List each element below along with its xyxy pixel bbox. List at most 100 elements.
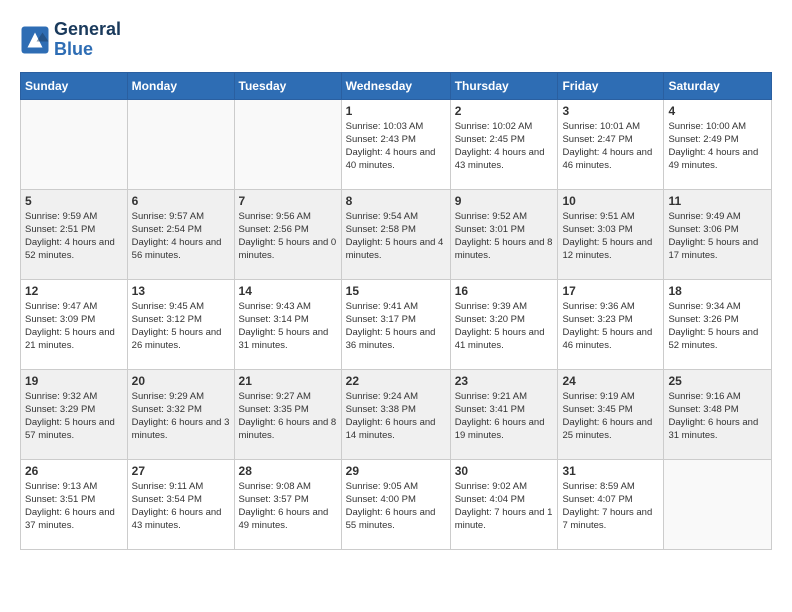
- day-number: 3: [562, 104, 659, 118]
- calendar-day-cell: [234, 99, 341, 189]
- day-info: Sunrise: 9:19 AM Sunset: 3:45 PM Dayligh…: [562, 390, 659, 443]
- day-number: 28: [239, 464, 337, 478]
- day-number: 7: [239, 194, 337, 208]
- day-number: 1: [346, 104, 446, 118]
- calendar-day-cell: 2 Sunrise: 10:02 AM Sunset: 2:45 PM Dayli…: [450, 99, 558, 189]
- day-number: 18: [668, 284, 767, 298]
- weekday-header: Sunday: [21, 72, 128, 99]
- day-number: 19: [25, 374, 123, 388]
- day-info: Sunrise: 9:36 AM Sunset: 3:23 PM Dayligh…: [562, 300, 659, 353]
- day-info: Sunrise: 9:02 AM Sunset: 4:04 PM Dayligh…: [455, 480, 554, 533]
- calendar-day-cell: 16 Sunrise: 9:39 AM Sunset: 3:20 PM Dayli…: [450, 279, 558, 369]
- calendar-day-cell: 28 Sunrise: 9:08 AM Sunset: 3:57 PM Dayli…: [234, 459, 341, 549]
- calendar-day-cell: 11 Sunrise: 9:49 AM Sunset: 3:06 PM Dayli…: [664, 189, 772, 279]
- calendar-day-cell: 4Sunrise: 10:00 AM Sunset: 2:49 PM Dayli…: [664, 99, 772, 189]
- logo-blue: Blue: [54, 39, 93, 59]
- calendar-day-cell: 25 Sunrise: 9:16 AM Sunset: 3:48 PM Dayli…: [664, 369, 772, 459]
- day-number: 16: [455, 284, 554, 298]
- day-info: Sunrise: 9:24 AM Sunset: 3:38 PM Dayligh…: [346, 390, 446, 443]
- calendar-week-row: 12Sunrise: 9:47 AM Sunset: 3:09 PM Dayli…: [21, 279, 772, 369]
- weekday-header: Tuesday: [234, 72, 341, 99]
- weekday-header: Thursday: [450, 72, 558, 99]
- day-info: Sunrise: 9:49 AM Sunset: 3:06 PM Dayligh…: [668, 210, 767, 263]
- calendar-day-cell: [127, 99, 234, 189]
- day-number: 20: [132, 374, 230, 388]
- day-number: 23: [455, 374, 554, 388]
- calendar-week-row: 1 Sunrise: 10:03 AM Sunset: 2:43 PM Dayli…: [21, 99, 772, 189]
- calendar-day-cell: 14 Sunrise: 9:43 AM Sunset: 3:14 PM Dayli…: [234, 279, 341, 369]
- day-info: Sunrise: 8:59 AM Sunset: 4:07 PM Dayligh…: [562, 480, 659, 533]
- day-number: 14: [239, 284, 337, 298]
- day-info: Sunrise: 9:08 AM Sunset: 3:57 PM Dayligh…: [239, 480, 337, 533]
- day-info: Sunrise: 9:59 AM Sunset: 2:51 PM Dayligh…: [25, 210, 123, 263]
- calendar-day-cell: 1 Sunrise: 10:03 AM Sunset: 2:43 PM Dayli…: [341, 99, 450, 189]
- day-number: 9: [455, 194, 554, 208]
- day-number: 26: [25, 464, 123, 478]
- day-number: 11: [668, 194, 767, 208]
- day-info: Sunrise: 9:56 AM Sunset: 2:56 PM Dayligh…: [239, 210, 337, 263]
- day-info: Sunrise: 9:29 AM Sunset: 3:32 PM Dayligh…: [132, 390, 230, 443]
- calendar-day-cell: 10 Sunrise: 9:51 AM Sunset: 3:03 PM Dayli…: [558, 189, 664, 279]
- day-number: 8: [346, 194, 446, 208]
- day-info: Sunrise: 9:51 AM Sunset: 3:03 PM Dayligh…: [562, 210, 659, 263]
- day-info: Sunrise: 9:16 AM Sunset: 3:48 PM Dayligh…: [668, 390, 767, 443]
- day-number: 27: [132, 464, 230, 478]
- logo-name: General Blue: [54, 20, 121, 60]
- calendar-day-cell: 19Sunrise: 9:32 AM Sunset: 3:29 PM Dayli…: [21, 369, 128, 459]
- calendar-day-cell: 9 Sunrise: 9:52 AM Sunset: 3:01 PM Daylig…: [450, 189, 558, 279]
- calendar-day-cell: 24Sunrise: 9:19 AM Sunset: 3:45 PM Dayli…: [558, 369, 664, 459]
- day-number: 22: [346, 374, 446, 388]
- day-info: Sunrise: 9:43 AM Sunset: 3:14 PM Dayligh…: [239, 300, 337, 353]
- logo-general: General: [54, 19, 121, 39]
- day-info: Sunrise: 9:52 AM Sunset: 3:01 PM Dayligh…: [455, 210, 554, 263]
- day-number: 12: [25, 284, 123, 298]
- calendar-day-cell: [21, 99, 128, 189]
- calendar-day-cell: 30 Sunrise: 9:02 AM Sunset: 4:04 PM Dayli…: [450, 459, 558, 549]
- calendar-day-cell: 31 Sunrise: 8:59 AM Sunset: 4:07 PM Dayli…: [558, 459, 664, 549]
- logo-icon: [20, 25, 50, 55]
- day-info: Sunrise: 10:01 AM Sunset: 2:47 PM Daylig…: [562, 120, 659, 173]
- day-number: 13: [132, 284, 230, 298]
- day-number: 17: [562, 284, 659, 298]
- calendar-week-row: 26 Sunrise: 9:13 AM Sunset: 3:51 PM Dayli…: [21, 459, 772, 549]
- calendar-day-cell: 12Sunrise: 9:47 AM Sunset: 3:09 PM Dayli…: [21, 279, 128, 369]
- calendar-header-row: SundayMondayTuesdayWednesdayThursdayFrid…: [21, 72, 772, 99]
- weekday-header: Monday: [127, 72, 234, 99]
- calendar-day-cell: [664, 459, 772, 549]
- day-number: 21: [239, 374, 337, 388]
- day-number: 31: [562, 464, 659, 478]
- day-number: 25: [668, 374, 767, 388]
- page: General Blue SundayMondayTuesdayWednesda…: [0, 0, 792, 570]
- day-info: Sunrise: 9:21 AM Sunset: 3:41 PM Dayligh…: [455, 390, 554, 443]
- day-info: Sunrise: 10:03 AM Sunset: 2:43 PM Daylig…: [346, 120, 446, 173]
- day-number: 6: [132, 194, 230, 208]
- calendar-day-cell: 20 Sunrise: 9:29 AM Sunset: 3:32 PM Dayli…: [127, 369, 234, 459]
- calendar-day-cell: 13Sunrise: 9:45 AM Sunset: 3:12 PM Dayli…: [127, 279, 234, 369]
- calendar-day-cell: 18 Sunrise: 9:34 AM Sunset: 3:26 PM Dayli…: [664, 279, 772, 369]
- calendar-day-cell: 7 Sunrise: 9:56 AM Sunset: 2:56 PM Daylig…: [234, 189, 341, 279]
- day-info: Sunrise: 10:00 AM Sunset: 2:49 PM Daylig…: [668, 120, 767, 173]
- logo: General Blue: [20, 20, 121, 60]
- day-info: Sunrise: 9:13 AM Sunset: 3:51 PM Dayligh…: [25, 480, 123, 533]
- day-number: 2: [455, 104, 554, 118]
- day-number: 10: [562, 194, 659, 208]
- calendar-table: SundayMondayTuesdayWednesdayThursdayFrid…: [20, 72, 772, 550]
- weekday-header: Wednesday: [341, 72, 450, 99]
- day-info: Sunrise: 9:34 AM Sunset: 3:26 PM Dayligh…: [668, 300, 767, 353]
- calendar-day-cell: 3 Sunrise: 10:01 AM Sunset: 2:47 PM Dayli…: [558, 99, 664, 189]
- day-number: 30: [455, 464, 554, 478]
- day-info: Sunrise: 9:05 AM Sunset: 4:00 PM Dayligh…: [346, 480, 446, 533]
- day-info: Sunrise: 9:57 AM Sunset: 2:54 PM Dayligh…: [132, 210, 230, 263]
- day-info: Sunrise: 9:11 AM Sunset: 3:54 PM Dayligh…: [132, 480, 230, 533]
- day-info: Sunrise: 10:02 AM Sunset: 2:45 PM Daylig…: [455, 120, 554, 173]
- day-info: Sunrise: 9:39 AM Sunset: 3:20 PM Dayligh…: [455, 300, 554, 353]
- day-info: Sunrise: 9:54 AM Sunset: 2:58 PM Dayligh…: [346, 210, 446, 263]
- calendar-day-cell: 27 Sunrise: 9:11 AM Sunset: 3:54 PM Dayli…: [127, 459, 234, 549]
- day-number: 29: [346, 464, 446, 478]
- calendar-day-cell: 23 Sunrise: 9:21 AM Sunset: 3:41 PM Dayli…: [450, 369, 558, 459]
- weekday-header: Friday: [558, 72, 664, 99]
- calendar-day-cell: 5 Sunrise: 9:59 AM Sunset: 2:51 PM Daylig…: [21, 189, 128, 279]
- day-number: 5: [25, 194, 123, 208]
- calendar-day-cell: 15Sunrise: 9:41 AM Sunset: 3:17 PM Dayli…: [341, 279, 450, 369]
- calendar-day-cell: 26 Sunrise: 9:13 AM Sunset: 3:51 PM Dayli…: [21, 459, 128, 549]
